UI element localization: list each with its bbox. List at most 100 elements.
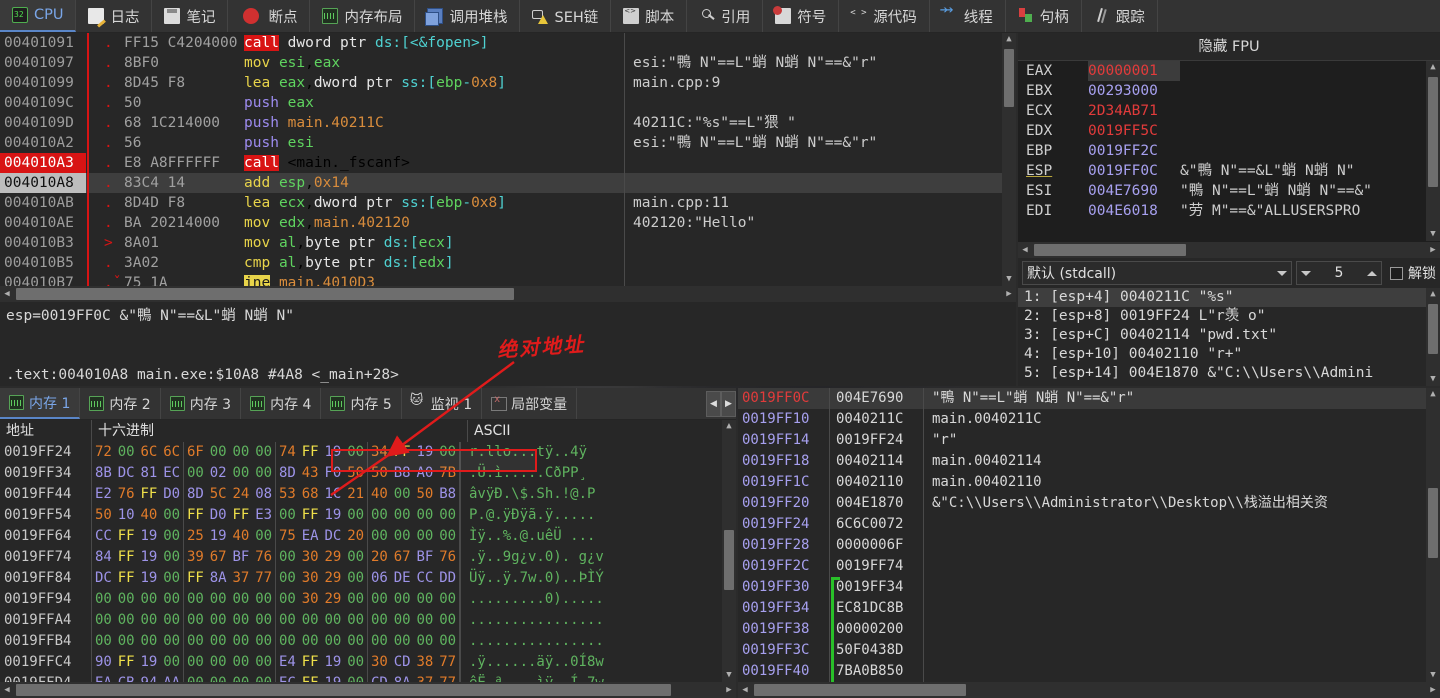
hex-byte[interactable]: 00 [276, 568, 299, 589]
hex-byte[interactable]: 00 [414, 631, 437, 652]
hex-group[interactable]: 6F000000 [184, 442, 276, 463]
hex-byte[interactable]: FF [299, 652, 322, 673]
hex-byte[interactable]: 6C [160, 442, 183, 463]
stack-row-value[interactable]: 6C6C0072 [830, 514, 924, 535]
row-bytes[interactable]: 83C4 14 [124, 173, 242, 193]
dump-row[interactable]: 0019FFC4 90FF190000000000E4FF190030CD387… [0, 652, 736, 673]
hex-byte[interactable]: 50 [368, 463, 391, 484]
hex-group[interactable]: E276FFD0 [92, 484, 184, 505]
row-bytes[interactable]: 68 1C214000 [124, 113, 242, 133]
hex-byte[interactable]: 00 [391, 505, 414, 526]
hex-byte[interactable]: 00 [368, 526, 391, 547]
scroll-left-arrow[interactable]: ◀ [0, 289, 14, 299]
hex-byte[interactable]: 00 [160, 568, 183, 589]
stack-panel[interactable]: 0019FF0C 004E7690 "鴨 N"==L"蛸 N蛸 N"==&"r"… [738, 388, 1440, 682]
hex-byte[interactable]: 00 [344, 589, 367, 610]
stack-vscrollbar[interactable]: ▲ ▼ [1426, 388, 1440, 682]
tab-笔记[interactable]: 笔记 [152, 0, 228, 32]
hex-group[interactable]: 00FF1900 [276, 505, 368, 526]
register-row[interactable]: ESI 004E7690 "鴨 N"==L"蛸 N蛸 N"==&" [1018, 181, 1440, 201]
tab-内存布局[interactable]: 内存布局 [310, 0, 415, 32]
hex-byte[interactable]: 00 [184, 631, 207, 652]
hex-byte[interactable]: 00 [344, 547, 367, 568]
disassembly-row[interactable]: 004010A3 . E8 A8FFFFFF call <main._fscan… [0, 153, 1016, 173]
row-comment[interactable]: esi:"鴨 N"==L"蛸 N蛸 N"==&"r" [624, 133, 1016, 153]
hex-byte[interactable]: 76 [115, 484, 138, 505]
register-value[interactable]: 004E7690 [1088, 181, 1180, 201]
hex-byte[interactable]: 72 [92, 442, 115, 463]
stack-row-address[interactable]: 0019FF40 [738, 661, 830, 682]
hex-byte[interactable]: 00 [344, 652, 367, 673]
stack-row-value[interactable]: 0040211C [830, 409, 924, 430]
hex-byte[interactable]: 00 [368, 610, 391, 631]
disassembly-rows[interactable]: 00401091 . FF15 C4204000 call dword ptr … [0, 33, 1016, 286]
dump-row[interactable]: 0019FF84 DCFF1900FF8A37770030290006DECCD… [0, 568, 736, 589]
chevron-down-icon[interactable] [1301, 271, 1311, 276]
hex-byte[interactable]: 29 [322, 547, 345, 568]
hex-group[interactable]: 00000000 [276, 610, 368, 631]
hex-group[interactable]: 00000000 [368, 505, 460, 526]
hscroll-track[interactable] [14, 288, 1002, 300]
hex-byte[interactable]: EA [299, 526, 322, 547]
hex-group[interactable]: 72006C6C [92, 442, 184, 463]
hex-byte[interactable]: FF [391, 442, 414, 463]
hex-byte[interactable]: 00 [368, 589, 391, 610]
row-comment[interactable] [624, 233, 1016, 253]
hex-byte[interactable]: 50 [414, 484, 437, 505]
hex-byte[interactable]: 00 [276, 505, 299, 526]
hex-byte[interactable]: 00 [436, 505, 459, 526]
hex-byte[interactable]: 37 [414, 673, 437, 682]
hex-byte[interactable]: 00 [184, 589, 207, 610]
hex-byte[interactable]: 00 [368, 631, 391, 652]
hex-byte[interactable]: 00 [115, 589, 138, 610]
hex-group[interactable]: FFD0FFE3 [184, 505, 276, 526]
dump-row[interactable]: 0019FF24 72006C6C6F00000074FF190034FF190… [0, 442, 736, 463]
hex-byte[interactable]: 20 [368, 547, 391, 568]
hex-group[interactable]: CD8A3777 [368, 673, 460, 682]
dump-row-address[interactable]: 0019FFD4 [0, 673, 92, 682]
scroll-left-arrow[interactable]: ◀ [0, 685, 14, 695]
hex-byte[interactable]: 00 [252, 673, 275, 682]
row-instruction[interactable]: push main.40211C [242, 113, 624, 133]
dump-row-ascii[interactable]: .Ü.ì.....CðPP¸ [460, 463, 736, 484]
hex-byte[interactable]: 6F [184, 442, 207, 463]
hex-byte[interactable]: BF [230, 547, 253, 568]
hex-byte[interactable]: B8 [436, 484, 459, 505]
row-address[interactable]: 004010B5 [0, 253, 86, 273]
scroll-right-arrow[interactable]: ▶ [722, 685, 736, 695]
row-bytes[interactable]: 3A02 [124, 253, 242, 273]
hex-group[interactable]: 53681C21 [276, 484, 368, 505]
dump-tab-nav[interactable]: ◀ ▶ [706, 388, 736, 419]
hex-group[interactable]: 00000000 [368, 631, 460, 652]
hex-group[interactable]: 00302900 [276, 547, 368, 568]
dump-tab-内存 1[interactable]: 内存 1 [0, 388, 80, 419]
scroll-left-arrow[interactable]: ◀ [1018, 245, 1032, 255]
hex-byte[interactable]: 00 [344, 505, 367, 526]
hex-byte[interactable]: FF [138, 484, 161, 505]
dump-row-address[interactable]: 0019FF44 [0, 484, 92, 505]
hex-byte[interactable]: EC [276, 673, 299, 682]
hex-byte[interactable]: DC [92, 568, 115, 589]
hex-byte[interactable]: 00 [230, 589, 253, 610]
hex-group[interactable]: E4FF1900 [276, 652, 368, 673]
hex-byte[interactable]: 34 [368, 442, 391, 463]
hex-byte[interactable]: CD [391, 652, 414, 673]
row-instruction[interactable]: mov edx,main.402120 [242, 213, 624, 233]
scroll-down-arrow[interactable]: ▼ [1002, 273, 1016, 286]
hex-byte[interactable]: 00 [276, 631, 299, 652]
dump-row[interactable]: 0019FF64 CCFF19002519400075EADC200000000… [0, 526, 736, 547]
dump-tab-监视 1[interactable]: 监视 1 [402, 388, 482, 419]
hex-group[interactable]: 400050B8 [368, 484, 460, 505]
row-comment[interactable] [624, 173, 1016, 193]
dump-row-address[interactable]: 0019FFC4 [0, 652, 92, 673]
scroll-thumb[interactable] [1428, 304, 1438, 354]
stack-row-value[interactable]: 50F0438D [830, 640, 924, 661]
hex-byte[interactable]: 00 [207, 673, 230, 682]
stack-row-address[interactable]: 0019FF2C [738, 556, 830, 577]
scroll-up-arrow[interactable]: ▲ [1002, 33, 1016, 46]
stack-row[interactable]: 0019FF10 0040211C main.0040211C [738, 409, 1440, 430]
hex-byte[interactable]: 00 [344, 631, 367, 652]
scroll-left-arrow[interactable]: ◀ [738, 685, 752, 695]
tab-脚本[interactable]: 脚本 [611, 0, 687, 32]
hex-group[interactable]: 8D43F050 [276, 463, 368, 484]
